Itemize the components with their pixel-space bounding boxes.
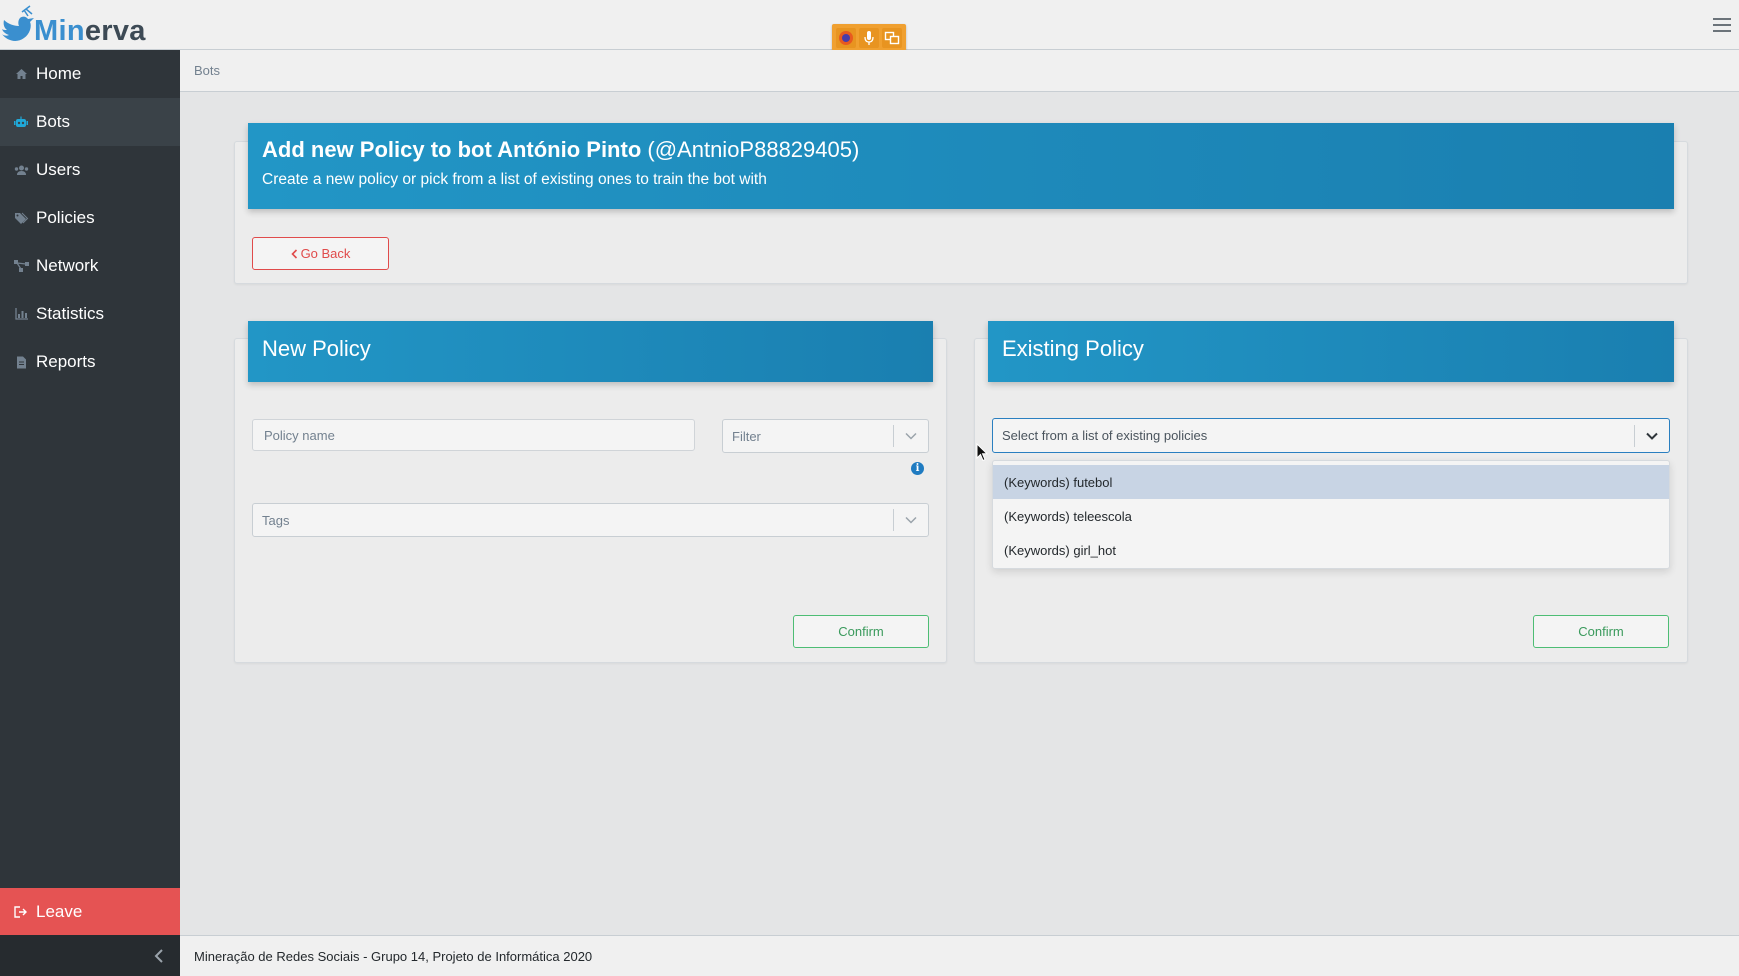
sidebar-minimize-button[interactable] <box>0 935 180 976</box>
top-navbar: Minerva <box>0 0 1739 51</box>
breadcrumb-item-bots[interactable]: Bots <box>194 63 220 78</box>
tags-icon <box>13 210 29 226</box>
logo-text: Minerva <box>34 15 146 47</box>
sidebar-item-home[interactable]: Home <box>0 50 180 98</box>
mouse-cursor-icon <box>976 443 988 462</box>
footer-text: Mineração de Redes Sociais - Grupo 14, P… <box>194 948 593 964</box>
sidebar-item-bots[interactable]: Bots <box>0 98 180 146</box>
sidebar-item-statistics[interactable]: Statistics <box>0 290 180 338</box>
tags-placeholder: Tags <box>262 512 290 528</box>
sidebar-item-label: Policies <box>36 208 95 227</box>
confirm-label: Confirm <box>838 624 884 639</box>
chevron-down-icon <box>1635 432 1669 440</box>
info-icon[interactable]: i <box>911 462 924 475</box>
sidebar-item-label: Users <box>36 160 81 179</box>
chart-icon <box>13 306 29 322</box>
dropdown-option[interactable]: (Keywords) girl_hot <box>993 533 1669 567</box>
microphone-icon[interactable] <box>858 27 879 48</box>
chevron-down-icon <box>894 516 928 524</box>
sidebar-item-network[interactable]: Network <box>0 242 180 290</box>
page-title: Add new Policy to bot António Pinto (@An… <box>262 137 860 162</box>
screen-share-icon[interactable] <box>881 27 902 48</box>
sidebar-item-label: Reports <box>36 352 96 371</box>
existing-policy-placeholder: Select from a list of existing policies <box>1002 428 1208 443</box>
policy-name-input[interactable] <box>252 419 695 451</box>
leave-label: Leave <box>36 901 83 921</box>
breadcrumb: Bots <box>180 50 1739 92</box>
users-icon <box>13 162 29 178</box>
tags-select[interactable]: Tags <box>252 503 929 537</box>
sidebar-item-reports[interactable]: Reports <box>0 338 180 386</box>
sign-out-icon <box>13 904 29 920</box>
chevron-left-icon <box>154 948 163 963</box>
filter-select[interactable]: Filter <box>722 419 929 453</box>
sidebar-item-label: Network <box>36 256 99 275</box>
existing-policy-header: Existing Policy <box>988 321 1674 382</box>
sidebar-item-label: Statistics <box>36 304 105 323</box>
dropdown-option[interactable]: (Keywords) teleescola <box>993 499 1669 533</box>
sidebar-item-label: Bots <box>36 112 71 131</box>
sidebar-item-users[interactable]: Users <box>0 146 180 194</box>
go-back-label: Go Back <box>300 246 351 261</box>
existing-policy-select[interactable]: Select from a list of existing policies <box>992 418 1670 453</box>
leave-button[interactable]: Leave <box>0 888 180 935</box>
footer: Mineração de Redes Sociais - Grupo 14, P… <box>180 935 1739 976</box>
minerva-logo[interactable]: Minerva <box>0 4 146 48</box>
new-policy-header: New Policy <box>248 321 933 382</box>
firefox-icon[interactable] <box>836 27 857 48</box>
sidebar-item-policies[interactable]: Policies <box>0 194 180 242</box>
page-subtitle: Create a new policy or pick from a list … <box>262 171 767 188</box>
new-policy-title: New Policy <box>262 336 371 361</box>
confirm-label: Confirm <box>1578 624 1624 639</box>
existing-policy-title: Existing Policy <box>1002 336 1144 361</box>
new-policy-confirm-button[interactable]: Confirm <box>793 615 929 648</box>
existing-policy-confirm-button[interactable]: Confirm <box>1533 615 1669 648</box>
chevron-left-icon <box>290 248 297 259</box>
browser-extension-toolbar <box>832 24 906 51</box>
chevron-down-icon <box>894 432 928 440</box>
menu-toggle-icon[interactable] <box>1711 14 1733 34</box>
file-icon <box>13 354 29 370</box>
sidebar-item-label: Home <box>36 64 82 83</box>
header-card-banner: Add new Policy to bot António Pinto (@An… <box>248 123 1674 209</box>
bird-logo-icon <box>2 5 34 41</box>
bot-handle: (@AntnioP88829405) <box>647 137 860 162</box>
sidebar: Home Bots Users Policies Network Statist… <box>0 50 180 976</box>
dropdown-option[interactable]: (Keywords) futebol <box>993 465 1669 499</box>
go-back-button[interactable]: Go Back <box>252 237 389 270</box>
filter-placeholder: Filter <box>732 428 761 444</box>
robot-icon <box>13 114 29 130</box>
network-icon <box>13 258 29 274</box>
home-icon <box>13 66 29 82</box>
existing-policy-dropdown: (Keywords) futebol (Keywords) teleescola… <box>992 460 1670 569</box>
